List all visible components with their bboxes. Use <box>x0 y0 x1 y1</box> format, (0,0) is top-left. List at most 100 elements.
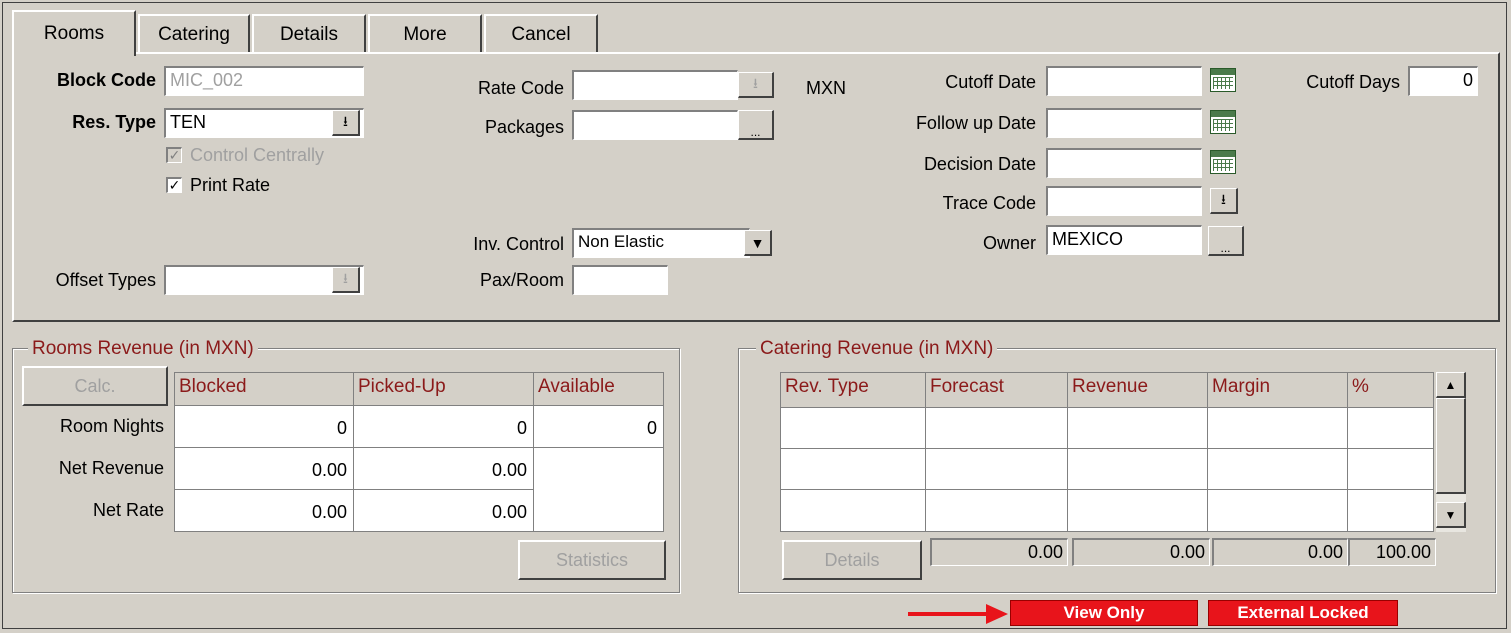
tab-details-label: Details <box>279 24 339 45</box>
owner-ellipsis-button[interactable]: ... <box>1208 226 1244 256</box>
col-percent-header: % <box>1348 372 1434 408</box>
trace-code-dropdown[interactable]: ⭳ <box>1210 188 1238 214</box>
cutoff-days-label: Cutoff Days <box>1306 72 1400 92</box>
offset-types-dropdown[interactable]: ⭳ <box>332 267 360 293</box>
chevron-down-icon: ▼ <box>750 234 765 251</box>
table-cell[interactable] <box>926 449 1068 490</box>
control-centrally-label: Control Centrally <box>190 145 325 165</box>
table-cell[interactable] <box>1208 408 1348 449</box>
download-arrow-icon: ⭳ <box>343 269 348 286</box>
scroll-up-button[interactable]: ▲ <box>1436 372 1466 398</box>
net-revenue-picked-up[interactable]: 0.00 <box>354 448 534 490</box>
net-revenue-blocked[interactable]: 0.00 <box>174 448 354 490</box>
ellipsis-icon: ... <box>750 125 761 139</box>
cutoff-days-field[interactable]: 0 <box>1408 66 1478 96</box>
table-cell[interactable] <box>1348 408 1434 449</box>
table-cell[interactable] <box>1068 408 1208 449</box>
cutoff-date-field[interactable] <box>1046 66 1202 96</box>
calc-button[interactable]: Calc. <box>22 366 168 406</box>
room-nights-picked-up[interactable]: 0 <box>354 406 534 448</box>
tab-more-label: More <box>403 24 447 45</box>
net-rate-picked-up[interactable]: 0.00 <box>354 490 534 532</box>
pax-room-label: Pax/Room <box>479 270 564 290</box>
revenue-total: 0.00 <box>1072 538 1210 566</box>
table-cell[interactable] <box>780 408 926 449</box>
col-blocked-header: Blocked <box>174 372 354 406</box>
room-nights-blocked[interactable]: 0 <box>174 406 354 448</box>
decision-date-label: Decision Date <box>923 154 1036 174</box>
calendar-icon[interactable] <box>1210 110 1236 134</box>
room-nights-available[interactable]: 0 <box>534 406 664 448</box>
inv-control-label: Inv. Control <box>473 234 564 254</box>
follow-up-date-field[interactable] <box>1046 108 1202 138</box>
percent-total: 100.00 <box>1348 538 1436 566</box>
calendar-icon[interactable] <box>1210 150 1236 174</box>
trace-code-label: Trace Code <box>942 193 1036 213</box>
col-rev-type-header: Rev. Type <box>780 372 926 408</box>
details-button[interactable]: Details <box>782 540 922 580</box>
packages-ellipsis-button[interactable]: ... <box>738 110 774 140</box>
tab-details[interactable]: Details <box>252 14 366 54</box>
view-only-badge: View Only <box>1010 600 1198 626</box>
decision-date-field[interactable] <box>1046 148 1202 178</box>
download-arrow-icon: ⭳ <box>753 74 758 91</box>
packages-label: Packages <box>484 117 564 137</box>
arrow-down-icon: ▼ <box>1444 507 1457 522</box>
tab-cancel-label: Cancel <box>511 24 571 45</box>
table-cell[interactable] <box>780 490 926 532</box>
arrow-up-icon: ▲ <box>1444 377 1457 392</box>
tab-more[interactable]: More <box>368 14 482 54</box>
tab-rooms[interactable]: Rooms <box>12 10 136 56</box>
calendar-icon[interactable] <box>1210 68 1236 92</box>
table-cell[interactable] <box>1068 490 1208 532</box>
download-arrow-icon: ⭳ <box>343 112 348 129</box>
inv-control-select[interactable]: Non Elastic <box>572 228 750 258</box>
scroll-down-button[interactable]: ▼ <box>1436 502 1466 528</box>
table-cell[interactable] <box>926 408 1068 449</box>
cutoff-date-label: Cutoff Date <box>945 72 1036 92</box>
print-rate-checkbox[interactable]: ✓ <box>166 177 182 193</box>
res-type-label: Res. Type <box>72 112 156 132</box>
row-label-room-nights: Room Nights <box>59 416 164 436</box>
catering-revenue-title: Catering Revenue (in MXN) <box>756 338 998 360</box>
col-picked-up-header: Picked-Up <box>354 372 534 406</box>
pax-room-field[interactable] <box>572 265 668 295</box>
block-code-field[interactable]: MIC_002 <box>164 66 364 96</box>
res-type-dropdown[interactable]: ⭳ <box>332 110 360 136</box>
statistics-button[interactable]: Statistics <box>518 540 666 580</box>
offset-types-label: Offset Types <box>55 270 156 290</box>
tab-cancel[interactable]: Cancel <box>484 14 598 54</box>
owner-label: Owner <box>982 233 1036 253</box>
tab-catering[interactable]: Catering <box>138 14 250 54</box>
col-revenue-header: Revenue <box>1068 372 1208 408</box>
tab-catering-label: Catering <box>158 24 230 45</box>
table-cell[interactable] <box>1208 449 1348 490</box>
forecast-total: 0.00 <box>930 538 1068 566</box>
table-cell[interactable] <box>1348 449 1434 490</box>
follow-up-date-label: Follow up Date <box>915 113 1036 133</box>
rate-code-dropdown[interactable]: ⭳ <box>738 72 774 98</box>
scroll-thumb[interactable] <box>1436 398 1466 494</box>
net-rate-blocked[interactable]: 0.00 <box>174 490 354 532</box>
table-cell[interactable] <box>780 449 926 490</box>
external-locked-badge: External Locked <box>1208 600 1398 626</box>
rate-code-field[interactable] <box>572 70 738 100</box>
available-empty-cell <box>534 448 664 532</box>
col-margin-header: Margin <box>1208 372 1348 408</box>
table-cell[interactable] <box>1348 490 1434 532</box>
col-forecast-header: Forecast <box>926 372 1068 408</box>
owner-field[interactable]: MEXICO <box>1046 225 1202 255</box>
block-code-label: Block Code <box>56 70 156 90</box>
table-cell[interactable] <box>1208 490 1348 532</box>
control-centrally-checkbox[interactable]: ✓ <box>166 147 182 163</box>
trace-code-field[interactable] <box>1046 186 1202 216</box>
col-available-header: Available <box>534 372 664 406</box>
inv-control-dropdown[interactable]: ▼ <box>744 230 772 256</box>
print-rate-label: Print Rate <box>190 175 271 195</box>
table-cell[interactable] <box>1068 449 1208 490</box>
table-cell[interactable] <box>926 490 1068 532</box>
rate-code-label: Rate Code <box>477 78 564 98</box>
row-label-net-rate: Net Rate <box>92 500 164 520</box>
margin-total: 0.00 <box>1212 538 1348 566</box>
packages-field[interactable] <box>572 110 738 140</box>
